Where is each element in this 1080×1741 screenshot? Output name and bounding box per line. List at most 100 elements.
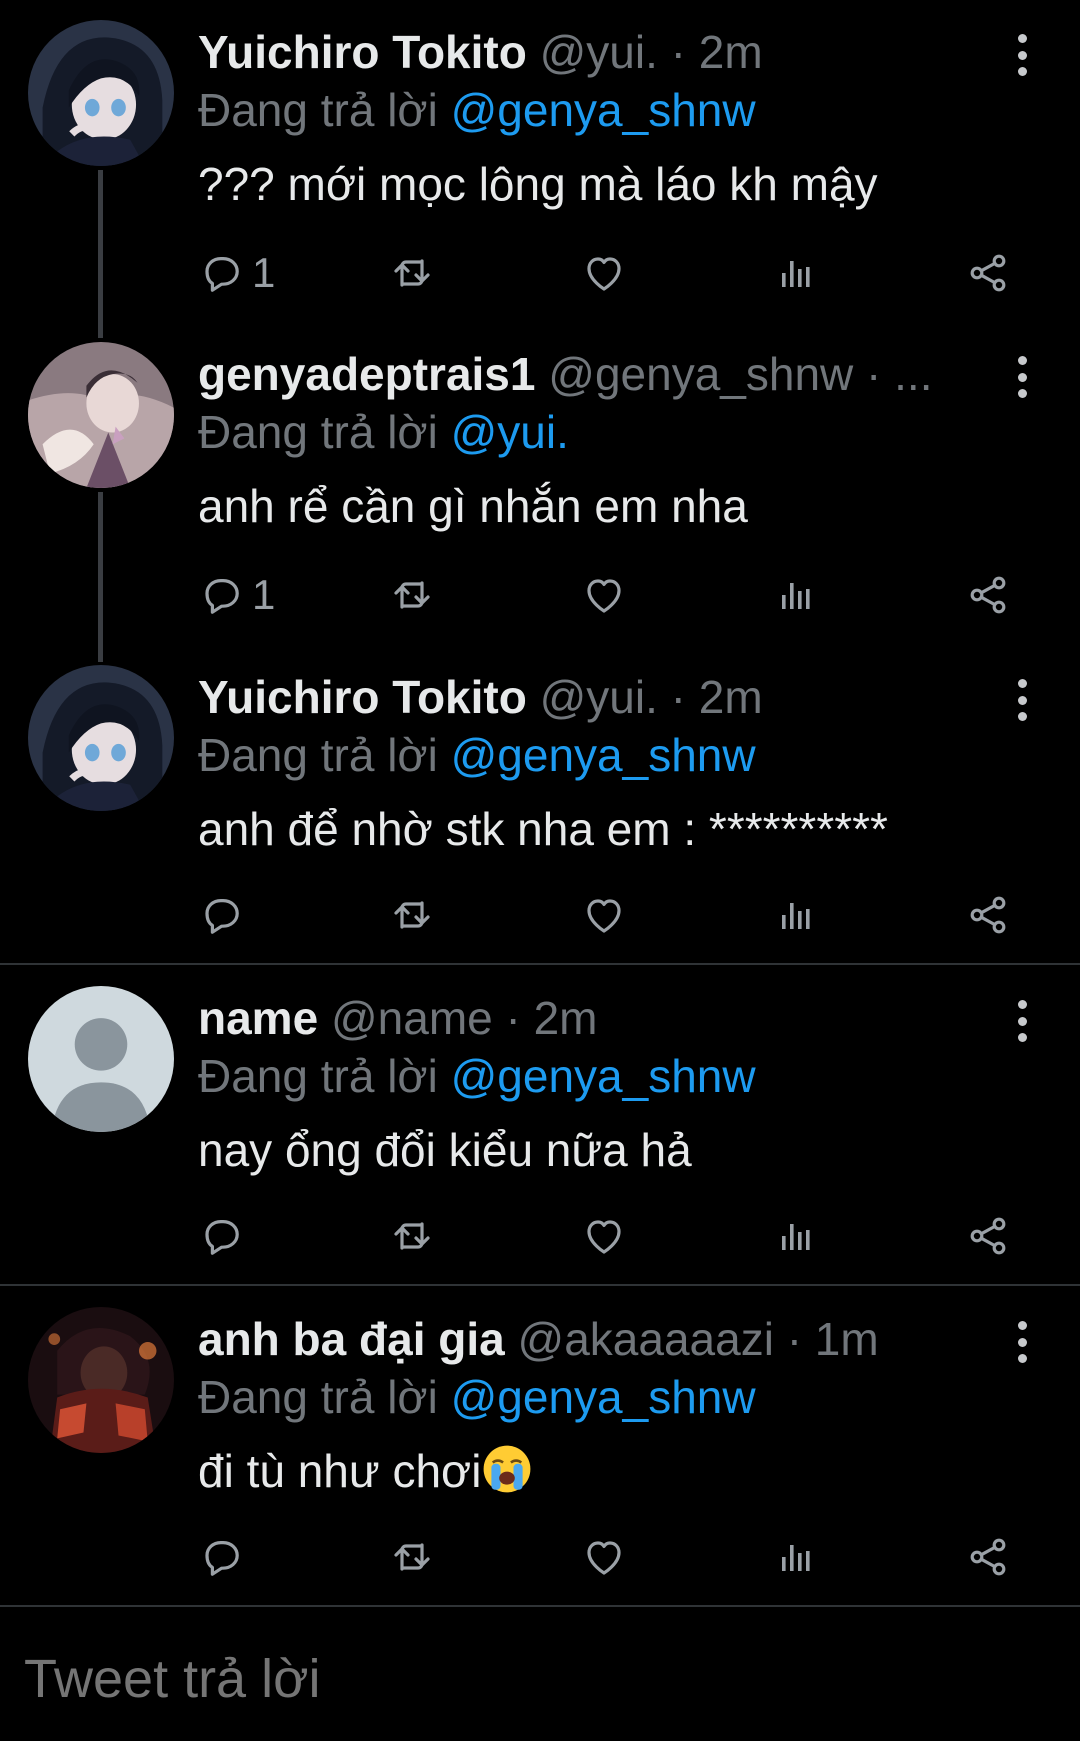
tweet-text-container: đi tù như chơi <box>198 1441 970 1501</box>
display-name[interactable]: Yuichiro Tokito <box>198 671 527 723</box>
anime-red-avatar-icon <box>28 1307 174 1453</box>
share-button[interactable] <box>964 1208 1012 1264</box>
display-name[interactable]: name <box>198 992 318 1044</box>
tweet-content: anh ba đại gia @akaaaaazi · 1m Đang trả … <box>198 1309 970 1501</box>
share-button[interactable] <box>964 567 1012 623</box>
share-button[interactable] <box>964 1529 1012 1585</box>
reply-context: Đang trả lời @genya_shnw <box>198 725 970 785</box>
reply-icon <box>198 249 246 297</box>
retweet-button[interactable] <box>388 887 436 943</box>
reply-context: Đang trả lời @genya_shnw <box>198 80 970 140</box>
views-button[interactable] <box>772 887 820 943</box>
tweet-text: đi tù như chơi <box>198 1445 482 1497</box>
reply-button[interactable] <box>198 887 252 943</box>
share-button[interactable] <box>964 887 1012 943</box>
reply-mention-link[interactable]: @genya_shnw <box>451 1371 756 1423</box>
handle-and-time: @yui. · 2m <box>539 671 763 723</box>
avatar[interactable] <box>28 1307 174 1453</box>
reply-button[interactable]: 1 <box>198 567 275 623</box>
more-icon[interactable] <box>1016 1000 1028 1042</box>
display-name[interactable]: Yuichiro Tokito <box>198 26 527 78</box>
tweet-text: anh rể cần gì nhắn em nha <box>198 480 748 532</box>
views-button[interactable] <box>772 1208 820 1264</box>
anime-dark-hair-avatar-icon <box>28 665 174 811</box>
reply-prefix: Đang trả lời <box>198 729 438 781</box>
views-icon <box>772 249 820 297</box>
tweet-header: anh ba đại gia @akaaaaazi · 1m <box>198 1309 970 1369</box>
reply-button[interactable] <box>198 1208 252 1264</box>
reply-button[interactable] <box>198 1529 252 1585</box>
retweet-button[interactable] <box>388 1208 436 1264</box>
divider <box>0 1605 1080 1607</box>
avatar[interactable] <box>28 665 174 811</box>
reply-button[interactable]: 1 <box>198 245 275 301</box>
reply-input[interactable] <box>24 1648 924 1710</box>
views-icon <box>772 1533 820 1581</box>
retweet-icon <box>388 1212 436 1260</box>
reply-mention-link[interactable]: @genya_shnw <box>451 1050 756 1102</box>
handle-and-time: @akaaaaazi · 1m <box>517 1313 879 1365</box>
tweet-item[interactable]: anh ba đại gia @akaaaaazi · 1m Đang trả … <box>0 1287 1080 1605</box>
share-button[interactable] <box>964 245 1012 301</box>
like-icon <box>580 1212 628 1260</box>
tweet-actions <box>198 887 1018 943</box>
reply-compose-bar <box>0 1608 1080 1741</box>
tweet-item[interactable]: Yuichiro Tokito @yui. · 2m Đang trả lời … <box>0 645 1080 963</box>
share-icon <box>964 1533 1012 1581</box>
tweet-actions <box>198 1529 1018 1585</box>
like-button[interactable] <box>580 245 628 301</box>
share-icon <box>964 1212 1012 1260</box>
tweet-header: name @name · 2m <box>198 988 970 1048</box>
retweet-button[interactable] <box>388 245 436 301</box>
like-button[interactable] <box>580 1529 628 1585</box>
reply-icon <box>198 1212 246 1260</box>
reply-context: Đang trả lời @yui. <box>198 402 970 462</box>
reply-icon <box>198 1533 246 1581</box>
views-button[interactable] <box>772 567 820 623</box>
retweet-icon <box>388 571 436 619</box>
like-button[interactable] <box>580 567 628 623</box>
like-button[interactable] <box>580 1208 628 1264</box>
avatar[interactable] <box>28 986 174 1132</box>
reply-context: Đang trả lời @genya_shnw <box>198 1367 970 1427</box>
tweet-item[interactable]: Yuichiro Tokito @yui. · 2m Đang trả lời … <box>0 0 1080 322</box>
more-icon[interactable] <box>1016 34 1028 76</box>
retweet-icon <box>388 1533 436 1581</box>
display-name[interactable]: anh ba đại gia <box>198 1313 505 1365</box>
tweet-text: anh để nhờ stk nha em : ********** <box>198 803 888 855</box>
handle-and-time: @name · 2m <box>330 992 598 1044</box>
avatar[interactable] <box>28 342 174 488</box>
retweet-button[interactable] <box>388 567 436 623</box>
tweet-text: ??? mới mọc lông mà láo kh mậy <box>198 158 878 210</box>
more-icon[interactable] <box>1016 1321 1028 1363</box>
tweet-content: name @name · 2m Đang trả lời @genya_shnw… <box>198 988 970 1180</box>
display-name[interactable]: genyadeptrais1 <box>198 348 535 400</box>
tweet-item[interactable]: name @name · 2m Đang trả lời @genya_shnw… <box>0 966 1080 1284</box>
tweet-content: genyadeptrais1 @genya_shnw · ... Đang tr… <box>198 344 970 536</box>
avatar[interactable] <box>28 20 174 166</box>
tweet-content: Yuichiro Tokito @yui. · 2m Đang trả lời … <box>198 667 970 859</box>
handle-and-time: @yui. · 2m <box>539 26 763 78</box>
views-button[interactable] <box>772 245 820 301</box>
tweet-header: genyadeptrais1 @genya_shnw · ... <box>198 344 970 404</box>
reply-mention-link[interactable]: @yui. <box>451 406 569 458</box>
reply-prefix: Đang trả lời <box>198 84 438 136</box>
reply-mention-link[interactable]: @genya_shnw <box>451 84 756 136</box>
reply-prefix: Đang trả lời <box>198 406 438 458</box>
anime-pastel-avatar-icon <box>28 342 174 488</box>
more-icon[interactable] <box>1016 356 1028 398</box>
views-button[interactable] <box>772 1529 820 1585</box>
tweet-item[interactable]: genyadeptrais1 @genya_shnw · ... Đang tr… <box>0 322 1080 644</box>
views-icon <box>772 891 820 939</box>
tweet-content: Yuichiro Tokito @yui. · 2m Đang trả lời … <box>198 22 970 214</box>
share-icon <box>964 891 1012 939</box>
like-icon <box>580 1533 628 1581</box>
retweet-button[interactable] <box>388 1529 436 1585</box>
like-button[interactable] <box>580 887 628 943</box>
reply-prefix: Đang trả lời <box>198 1371 438 1423</box>
divider <box>0 1284 1080 1286</box>
tweet-text: nay ổng đổi kiểu nữa hả <box>198 1124 692 1176</box>
reply-context: Đang trả lời @genya_shnw <box>198 1046 970 1106</box>
more-icon[interactable] <box>1016 679 1028 721</box>
reply-mention-link[interactable]: @genya_shnw <box>451 729 756 781</box>
